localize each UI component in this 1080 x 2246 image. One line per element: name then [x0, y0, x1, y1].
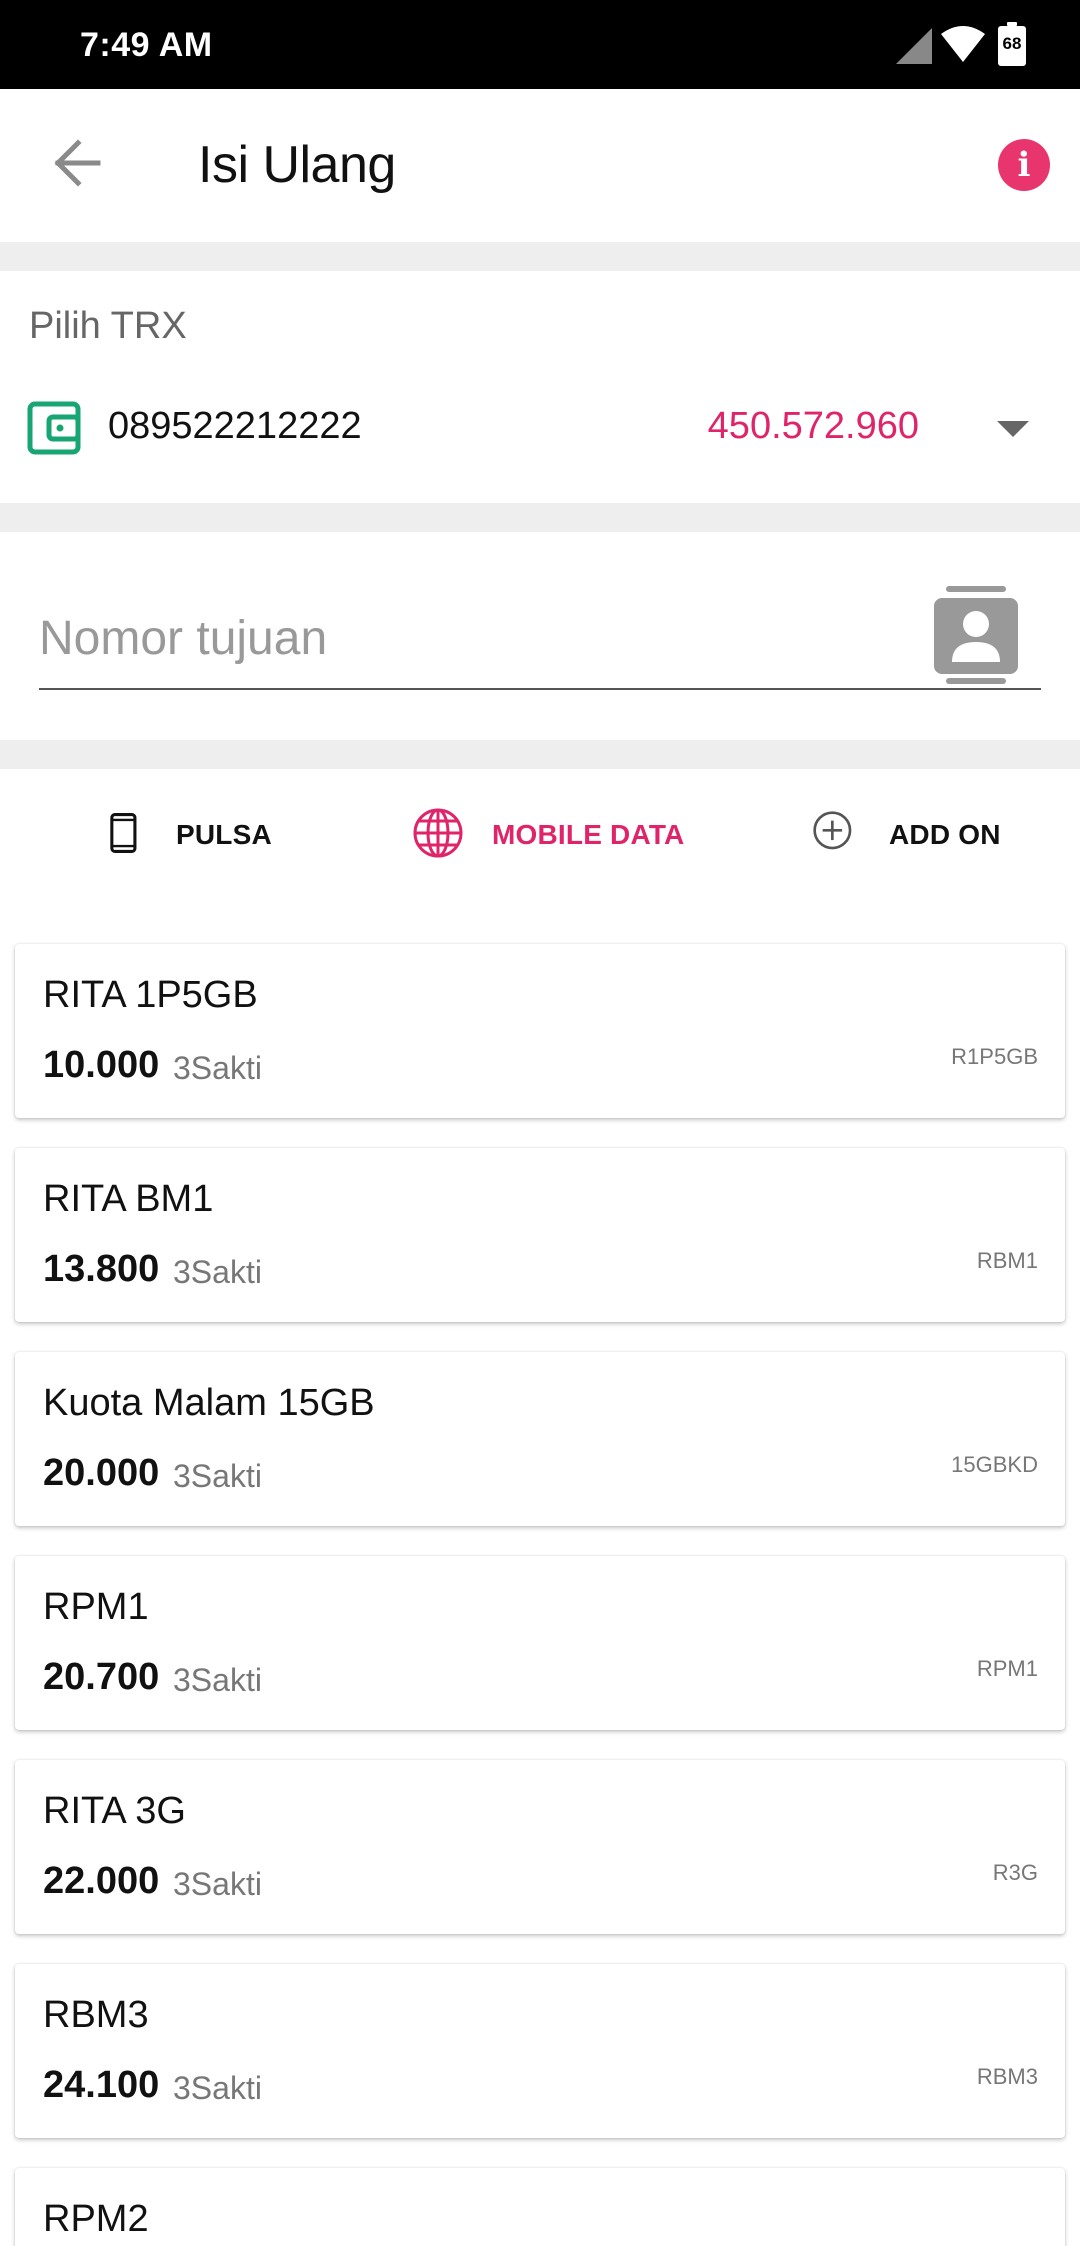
category-tabs: PULSA MOBILE DATA ADD ON — [0, 769, 1080, 899]
product-price: 10.000 — [43, 1044, 160, 1086]
product-name: Kuota Malam 15GB — [43, 1382, 375, 1424]
product-card[interactable]: RITA 3G 22.000 3Sakti R3G — [15, 1760, 1065, 1934]
globe-icon — [413, 808, 463, 858]
product-provider: 3Sakti — [173, 1662, 262, 1698]
plus-circle-icon — [813, 811, 852, 850]
product-name: RITA 3G — [43, 1790, 186, 1832]
product-card[interactable]: RPM2 — [15, 2168, 1065, 2246]
wallet-icon — [27, 401, 81, 455]
tab-pulsa[interactable]: PULSA — [106, 807, 276, 863]
product-provider: 3Sakti — [173, 1050, 262, 1086]
product-card[interactable]: RITA 1P5GB 10.000 3Sakti R1P5GB — [15, 944, 1065, 1118]
trx-section: Pilih TRX 089522212222 450.572.960 — [0, 271, 1080, 503]
tab-label: PULSA — [176, 819, 272, 850]
signal-icon — [896, 28, 932, 64]
back-button[interactable] — [48, 133, 108, 193]
product-card[interactable]: RITA BM1 13.800 3Sakti RBM1 — [15, 1148, 1065, 1322]
target-section — [0, 532, 1080, 740]
product-card[interactable]: RPM1 20.700 3Sakti RPM1 — [15, 1556, 1065, 1730]
product-section: PULSA MOBILE DATA ADD ON RITA 1P5GB 10.0… — [0, 769, 1080, 2246]
product-name: RITA BM1 — [43, 1178, 214, 1220]
product-price: 24.100 — [43, 2064, 160, 2106]
tab-label: ADD ON — [889, 819, 1001, 850]
product-code: 15GBKD — [951, 1452, 1038, 1477]
product-price: 13.800 — [43, 1248, 160, 1290]
contact-book-icon[interactable] — [934, 586, 1018, 684]
product-name: RPM2 — [43, 2198, 149, 2240]
product-price: 20.700 — [43, 1656, 160, 1698]
page-title: Isi Ulang — [198, 136, 396, 194]
status-time: 7:49 AM — [80, 26, 213, 64]
battery-icon: 68 — [998, 22, 1026, 66]
product-price: 22.000 — [43, 1860, 160, 1902]
product-code: RBM3 — [976, 2064, 1038, 2089]
arrow-left-icon — [54, 139, 101, 187]
product-code: RPM1 — [976, 1656, 1038, 1681]
product-provider: 3Sakti — [173, 2070, 262, 2106]
status-bar: 7:49 AM 68 — [0, 0, 1080, 89]
trx-label: Pilih TRX — [29, 305, 187, 347]
product-price: 20.000 — [43, 1452, 160, 1494]
product-code: RBM1 — [976, 1248, 1038, 1273]
product-provider: 3Sakti — [173, 1254, 262, 1290]
phone-icon — [110, 813, 137, 853]
product-name: RBM3 — [43, 1994, 149, 2036]
product-name: RPM1 — [43, 1586, 149, 1628]
wifi-icon — [941, 26, 985, 62]
tab-label: MOBILE DATA — [492, 819, 685, 850]
input-underline — [39, 688, 1041, 690]
product-card[interactable]: Kuota Malam 15GB 20.000 3Sakti 15GBKD — [15, 1352, 1065, 1526]
app-bar: Isi Ulang i — [0, 89, 1080, 242]
chevron-down-icon[interactable] — [997, 421, 1029, 439]
info-button[interactable]: i — [998, 139, 1050, 191]
battery-level: 68 — [1002, 34, 1022, 53]
product-card[interactable]: RBM3 24.100 3Sakti RBM3 — [15, 1964, 1065, 2138]
product-provider: 3Sakti — [173, 1458, 262, 1494]
tab-add-on[interactable]: ADD ON — [812, 807, 1002, 863]
info-icon: i — [1017, 145, 1031, 185]
product-code: R3G — [992, 1860, 1038, 1885]
trx-balance: 450.572.960 — [707, 405, 919, 447]
product-code: R1P5GB — [951, 1044, 1038, 1069]
product-name: RITA 1P5GB — [43, 974, 258, 1016]
trx-selector[interactable]: 089522212222 450.572.960 — [0, 401, 1080, 501]
trx-number: 089522212222 — [108, 405, 362, 447]
tab-mobile-data[interactable]: MOBILE DATA — [412, 807, 685, 863]
product-provider: 3Sakti — [173, 1866, 262, 1902]
target-number-input[interactable] — [39, 606, 919, 670]
